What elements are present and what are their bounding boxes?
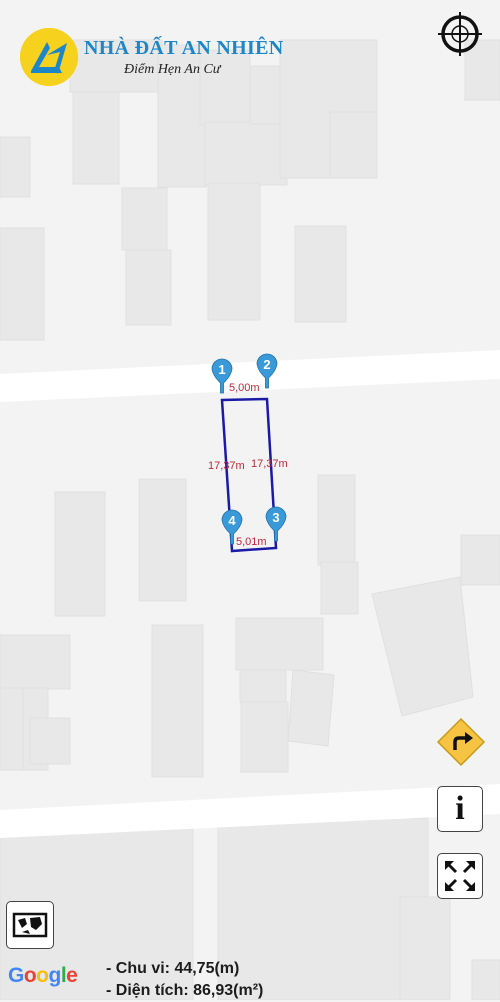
plot-stats: - Chu vi: 44,75(m) - Diện tích: 86,93(m²… — [106, 958, 263, 1002]
edge-label-bottom: 5,01m — [236, 536, 267, 548]
perimeter-text: - Chu vi: 44,75(m) — [106, 960, 240, 977]
brand-name: NHÀ ĐẤT AN NHIÊN — [84, 36, 284, 59]
info-icon: i — [455, 790, 465, 827]
crosshair-icon — [438, 12, 482, 56]
google-logo: Google — [8, 964, 78, 987]
directions-button[interactable] — [436, 717, 486, 767]
brand-logo-icon — [20, 28, 78, 86]
expand-arrows-icon — [445, 861, 475, 891]
google-attribution: Google — [8, 964, 78, 988]
info-button[interactable]: i — [437, 786, 483, 832]
vertex-marker-label: 3 — [272, 510, 279, 525]
vertex-marker-label: 2 — [263, 357, 270, 372]
edge-label-top: 5,00m — [229, 382, 260, 394]
map-layers-icon — [12, 912, 48, 938]
vertex-marker-label: 1 — [218, 362, 225, 377]
map-layers-button[interactable] — [6, 901, 54, 949]
map-canvas[interactable]: 1 2 3 4 5,00m 17,37m 17,37m 5,01m — [0, 0, 500, 1000]
locate-button[interactable] — [436, 10, 484, 58]
brand-slogan: Điểm Hẹn An Cư — [124, 61, 221, 77]
turn-right-sign-icon — [436, 717, 486, 767]
area-text: - Diện tích: 86,93(m²) — [106, 982, 264, 999]
edge-label-left: 17,37m — [208, 460, 245, 472]
edge-label-right: 17,37m — [251, 458, 288, 470]
vertex-marker-label: 4 — [228, 513, 236, 528]
fit-bounds-button[interactable] — [437, 853, 483, 899]
brand-header: NHÀ ĐẤT AN NHIÊN Điểm Hẹn An Cư — [20, 28, 283, 86]
